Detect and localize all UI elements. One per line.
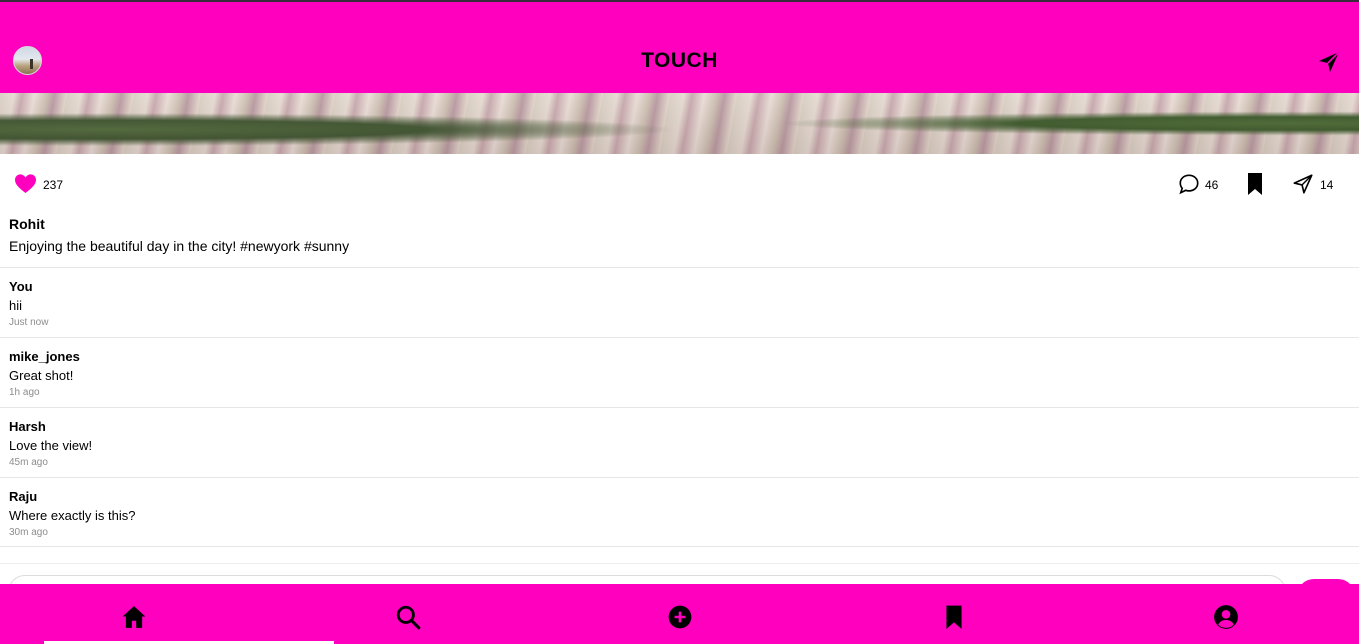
post-caption: Enjoying the beautiful day in the city! … bbox=[9, 238, 350, 254]
comment-count: 46 bbox=[1205, 178, 1219, 192]
comment-text: hii bbox=[9, 298, 23, 313]
comment-time: Just now bbox=[9, 317, 49, 328]
bookmark-nav-icon[interactable] bbox=[941, 604, 967, 630]
comment-user[interactable]: Harsh bbox=[9, 419, 46, 434]
paper-plane-icon[interactable] bbox=[1317, 50, 1341, 74]
like-count: 237 bbox=[43, 178, 64, 192]
comment-text: Great shot! bbox=[9, 368, 74, 383]
add-icon[interactable] bbox=[667, 604, 693, 630]
comment-item: Raju Where exactly is this? 30m ago bbox=[0, 477, 1359, 547]
share-icon[interactable] bbox=[1292, 173, 1314, 195]
comment-user[interactable]: You bbox=[9, 279, 33, 294]
app-title: TOUCH bbox=[641, 49, 718, 72]
comment-time: 1h ago bbox=[9, 387, 40, 398]
home-icon[interactable] bbox=[121, 604, 147, 630]
comments-list: You hii Just now mike_jones Great shot! … bbox=[0, 267, 1359, 547]
comment-icon[interactable] bbox=[1178, 173, 1200, 195]
post-image[interactable] bbox=[0, 93, 1359, 154]
bookmark-icon[interactable] bbox=[1246, 172, 1264, 196]
comment-user[interactable]: mike_jones bbox=[9, 349, 80, 364]
comment-text: Where exactly is this? bbox=[9, 508, 136, 523]
comment-item: Harsh Love the view! 45m ago bbox=[0, 407, 1359, 477]
comment-time: 45m ago bbox=[9, 457, 48, 468]
share-count: 14 bbox=[1320, 178, 1334, 192]
profile-icon[interactable] bbox=[1213, 604, 1239, 630]
post-author[interactable]: Rohit bbox=[9, 216, 45, 232]
comment-text: Love the view! bbox=[9, 438, 93, 453]
comment-item: mike_jones Great shot! 1h ago bbox=[0, 337, 1359, 407]
bottom-nav bbox=[0, 584, 1359, 644]
search-icon[interactable] bbox=[395, 604, 421, 630]
comment-item: You hii Just now bbox=[0, 267, 1359, 337]
comment-time: 30m ago bbox=[9, 527, 48, 538]
post-actions: 237 46 14 bbox=[0, 170, 1359, 198]
heart-icon[interactable] bbox=[14, 173, 37, 194]
top-app-bar: TOUCH bbox=[0, 0, 1359, 93]
comment-user[interactable]: Raju bbox=[9, 489, 37, 504]
